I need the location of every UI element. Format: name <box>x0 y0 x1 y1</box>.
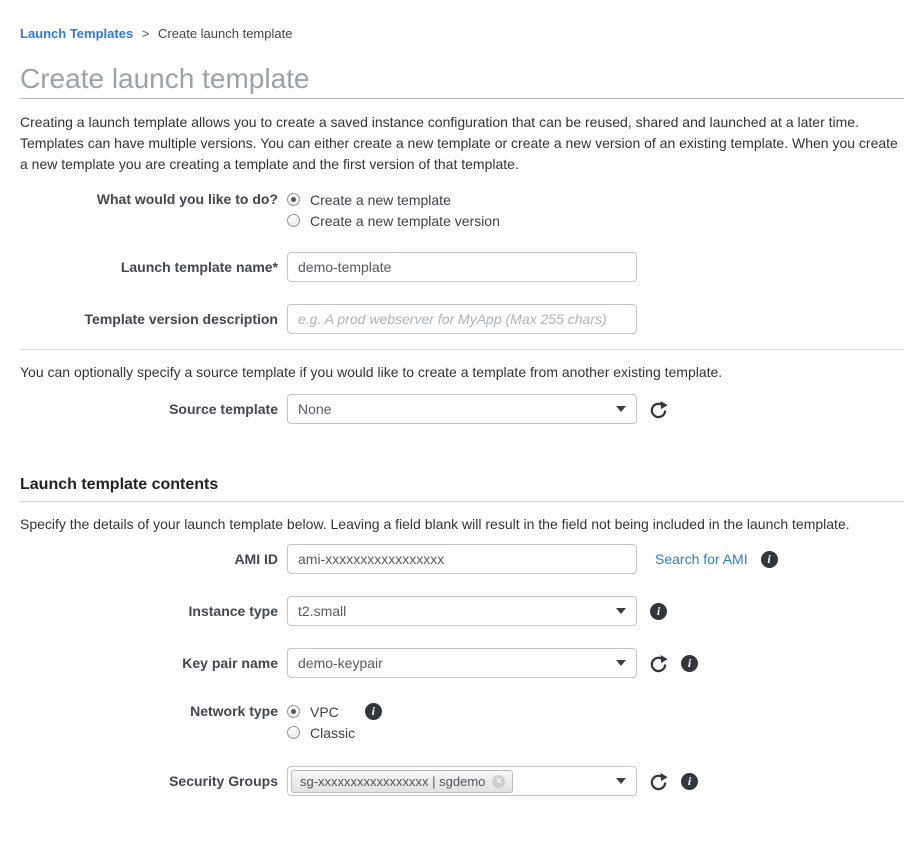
remove-tag-icon[interactable]: × <box>492 775 505 788</box>
radio-button-icon[interactable] <box>287 705 300 718</box>
security-groups-label: Security Groups <box>20 771 278 792</box>
title-divider <box>20 98 904 99</box>
source-template-select[interactable]: None <box>287 394 637 424</box>
intro-text: Creating a launch template allows you to… <box>20 112 898 175</box>
version-description-label: Template version description <box>20 309 278 330</box>
what-row: What would you like to do? Create a new … <box>20 189 904 231</box>
create-launch-template-page: Launch Templates > Create launch templat… <box>0 26 904 863</box>
instance-type-row: Instance type t2.small i <box>20 596 904 626</box>
page-title: Create launch template <box>20 62 904 95</box>
ami-id-input[interactable] <box>287 544 637 574</box>
version-description-row: Template version description <box>20 304 904 334</box>
template-name-input[interactable] <box>287 252 637 282</box>
chevron-down-icon <box>616 660 626 666</box>
search-for-ami-link[interactable]: Search for AMI <box>655 551 748 567</box>
info-icon[interactable]: i <box>650 603 667 620</box>
key-pair-value: demo-keypair <box>298 655 383 671</box>
info-icon[interactable]: i <box>365 703 382 720</box>
radio-create-new-template-version[interactable]: Create a new template version <box>287 210 500 231</box>
security-group-tag-label: sg-xxxxxxxxxxxxxxxxx | sgdemo <box>300 774 485 789</box>
source-template-label: Source template <box>20 399 278 420</box>
ami-row: AMI ID Search for AMI i <box>20 544 904 574</box>
refresh-icon[interactable] <box>649 400 668 419</box>
instance-type-value: t2.small <box>298 603 346 619</box>
radio-create-new-template-label: Create a new template <box>310 192 451 208</box>
refresh-icon[interactable] <box>649 772 668 791</box>
instance-type-select[interactable]: t2.small <box>287 596 637 626</box>
info-icon[interactable]: i <box>761 551 778 568</box>
breadcrumb: Launch Templates > Create launch templat… <box>20 26 904 41</box>
security-groups-row: Security Groups sg-xxxxxxxxxxxxxxxxx | s… <box>20 766 904 796</box>
security-group-tag: sg-xxxxxxxxxxxxxxxxx | sgdemo × <box>291 770 513 793</box>
source-template-row: Source template None <box>20 394 904 424</box>
chevron-down-icon <box>616 778 626 784</box>
breadcrumb-link-launch-templates[interactable]: Launch Templates <box>20 26 133 41</box>
refresh-icon[interactable] <box>649 654 668 673</box>
source-template-note: You can optionally specify a source temp… <box>20 362 898 383</box>
template-name-label: Launch template name* <box>20 257 278 278</box>
breadcrumb-current: Create launch template <box>158 26 292 41</box>
key-pair-row: Key pair name demo-keypair i <box>20 648 904 678</box>
radio-button-icon[interactable] <box>287 193 300 206</box>
key-pair-label: Key pair name <box>20 653 278 674</box>
network-type-label: Network type <box>20 701 278 722</box>
radio-classic-label: Classic <box>310 725 355 741</box>
source-section-divider <box>20 349 904 350</box>
security-groups-select[interactable]: sg-xxxxxxxxxxxxxxxxx | sgdemo × <box>287 766 637 796</box>
version-description-input[interactable] <box>287 304 637 334</box>
chevron-down-icon <box>616 406 626 412</box>
contents-description: Specify the details of your launch templ… <box>20 514 898 535</box>
radio-vpc-label: VPC <box>310 704 339 720</box>
template-name-row: Launch template name* <box>20 252 904 282</box>
radio-button-icon[interactable] <box>287 214 300 227</box>
contents-divider <box>20 501 904 502</box>
radio-create-new-template[interactable]: Create a new template <box>287 189 500 210</box>
key-pair-select[interactable]: demo-keypair <box>287 648 637 678</box>
info-icon[interactable]: i <box>681 655 698 672</box>
instance-type-label: Instance type <box>20 601 278 622</box>
radio-create-new-template-version-label: Create a new template version <box>310 213 500 229</box>
info-icon[interactable]: i <box>681 773 698 790</box>
network-type-row: Network type VPC i Classic <box>20 701 904 743</box>
radio-button-icon[interactable] <box>287 726 300 739</box>
radio-classic[interactable]: Classic <box>287 722 382 743</box>
what-label: What would you like to do? <box>20 189 278 210</box>
breadcrumb-separator: > <box>142 26 150 41</box>
ami-label: AMI ID <box>20 549 278 570</box>
radio-vpc[interactable]: VPC <box>287 701 339 722</box>
chevron-down-icon <box>616 608 626 614</box>
launch-template-contents-title: Launch template contents <box>20 476 904 494</box>
source-template-value: None <box>298 401 331 417</box>
